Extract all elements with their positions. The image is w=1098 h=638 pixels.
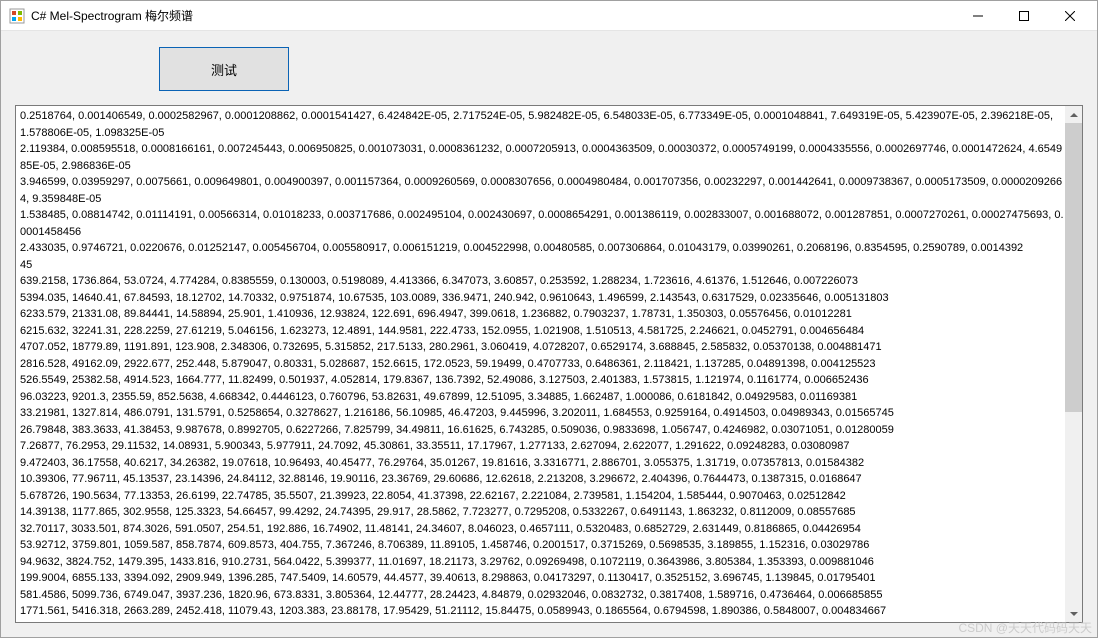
maximize-button[interactable] <box>1001 1 1047 30</box>
scroll-up-arrow[interactable] <box>1065 106 1082 123</box>
titlebar[interactable]: C# Mel-Spectrogram 梅尔频谱 <box>1 1 1097 31</box>
window-title: C# Mel-Spectrogram 梅尔频谱 <box>31 7 955 24</box>
client-area: 测试 0.2518764, 0.001406549, 0.0002582967,… <box>1 31 1097 637</box>
window-controls <box>955 1 1093 30</box>
scroll-down-arrow[interactable] <box>1065 605 1082 622</box>
minimize-button[interactable] <box>955 1 1001 30</box>
scroll-track[interactable] <box>1065 123 1082 605</box>
output-textbox[interactable]: 0.2518764, 0.001406549, 0.0002582967, 0.… <box>15 105 1083 623</box>
vertical-scrollbar[interactable] <box>1065 106 1082 622</box>
application-window: C# Mel-Spectrogram 梅尔频谱 测试 0.2518764, 0.… <box>0 0 1098 638</box>
app-icon <box>9 8 25 24</box>
close-button[interactable] <box>1047 1 1093 30</box>
scroll-thumb[interactable] <box>1065 123 1082 412</box>
output-container: 0.2518764, 0.001406549, 0.0002582967, 0.… <box>15 105 1083 623</box>
toolbar: 测试 <box>15 41 1083 97</box>
test-button[interactable]: 测试 <box>159 47 289 91</box>
